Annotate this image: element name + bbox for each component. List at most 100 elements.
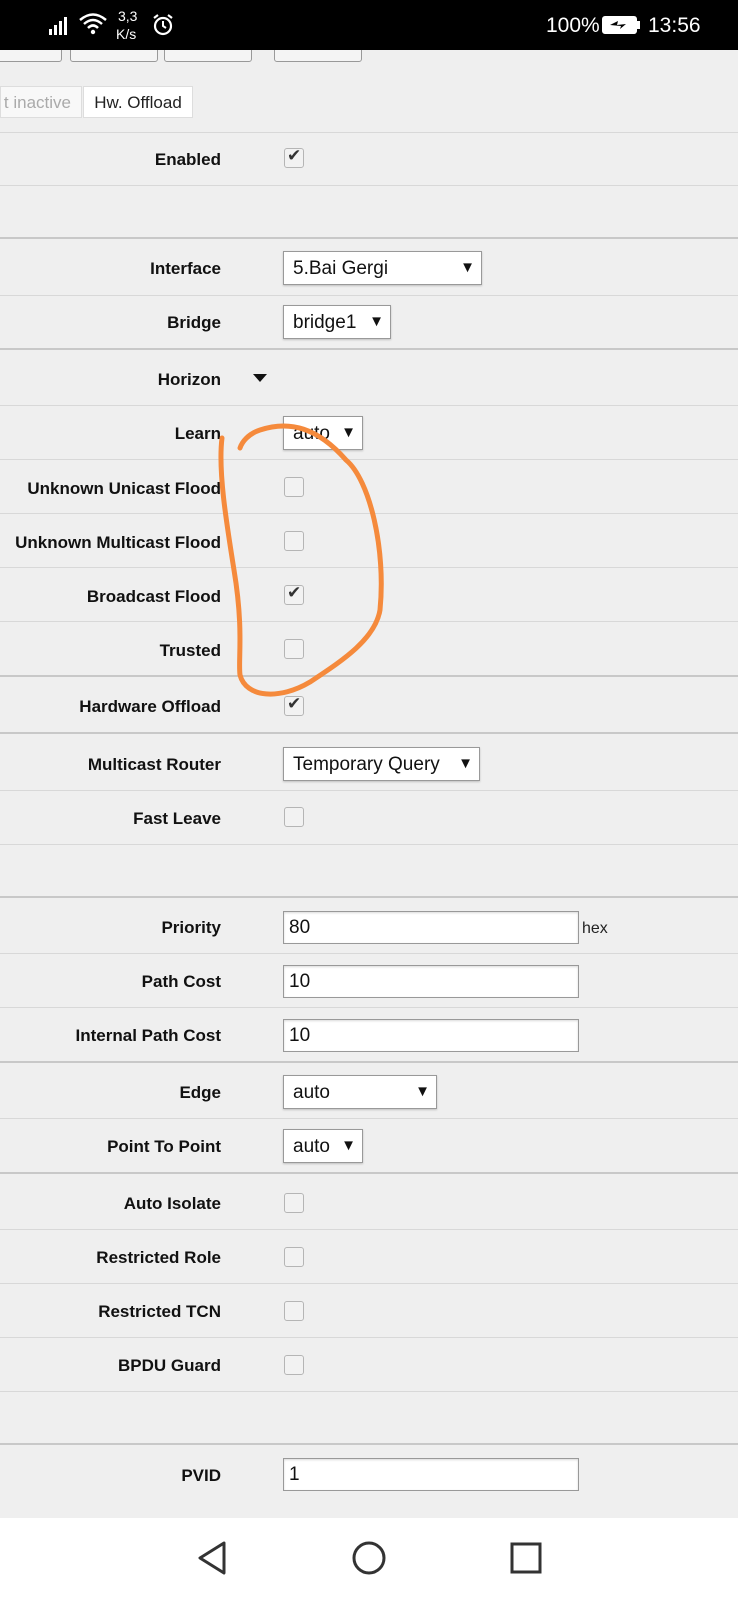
divider	[0, 1283, 738, 1284]
divider	[0, 1337, 738, 1338]
multicast-router-select[interactable]: Temporary Query ▼	[283, 747, 480, 781]
clock: 13:56	[648, 14, 701, 37]
dropdown-arrow-icon: ▼	[458, 755, 473, 772]
enabled-checkbox[interactable]: ✔	[284, 146, 304, 168]
fast-leave-label: Fast Leave	[133, 809, 221, 828]
bridge-label: Bridge	[167, 313, 221, 332]
divider	[0, 953, 738, 954]
bridge-port-form: t inactive Hw. Offload Enabled ✔ Interfa…	[0, 50, 738, 1518]
section-divider	[0, 348, 738, 350]
pvid-label: PVID	[181, 1466, 221, 1485]
pvid-value: 1	[289, 1464, 300, 1485]
learn-label: Learn	[174, 424, 221, 443]
divider	[0, 621, 738, 622]
bridge-select[interactable]: bridge1 ▼	[283, 305, 391, 339]
bridge-value: bridge1	[293, 312, 357, 333]
enabled-label: Enabled	[154, 150, 221, 169]
recent-apps-icon[interactable]	[508, 1540, 544, 1576]
tab-label: t inactive	[3, 93, 71, 112]
interface-value: 5.Bai Gergi	[293, 258, 389, 279]
divider	[0, 1391, 738, 1392]
bpdu-guard-checkbox[interactable]	[284, 1355, 304, 1375]
status-bar: 3,3 K/s 100% 13:56	[0, 0, 738, 50]
divider	[0, 1118, 738, 1119]
horizon-label: Horizon	[157, 370, 221, 389]
auto-isolate-checkbox[interactable]	[284, 1193, 304, 1213]
dropdown-arrow-icon: ▼	[460, 259, 475, 276]
internal-path-cost-value: 10	[289, 1025, 311, 1046]
section-divider	[0, 675, 738, 677]
trusted-label: Trusted	[159, 641, 221, 660]
edge-select[interactable]: auto ▼	[283, 1075, 437, 1109]
interface-label: Interface	[150, 259, 221, 278]
fast-leave-checkbox[interactable]	[284, 807, 304, 827]
alarm-clock-icon	[153, 14, 173, 36]
hardware-offload-checkbox[interactable]: ✔	[284, 694, 304, 716]
divider	[0, 132, 738, 133]
tab-hw-offload[interactable]: Hw. Offload	[83, 86, 193, 118]
toolbar-button[interactable]	[0, 50, 62, 62]
restricted-tcn-checkbox[interactable]	[284, 1301, 304, 1321]
section-divider	[0, 1443, 738, 1445]
auto-isolate-label: Auto Isolate	[123, 1194, 221, 1213]
priority-suffix: hex	[582, 920, 608, 937]
section-divider	[0, 1061, 738, 1063]
dropdown-arrow-icon: ▼	[415, 1083, 430, 1100]
check-icon: ✔	[287, 694, 302, 713]
trusted-checkbox[interactable]	[284, 639, 304, 659]
internal-path-cost-input[interactable]: 10	[283, 1019, 579, 1052]
section-divider	[0, 732, 738, 734]
learn-select[interactable]: auto ▼	[283, 416, 363, 450]
multicast-router-value: Temporary Query	[293, 754, 440, 775]
horizon-expand-arrow-icon[interactable]	[253, 374, 267, 382]
section-divider	[0, 237, 738, 239]
path-cost-input[interactable]: 10	[283, 965, 579, 998]
restricted-role-label: Restricted Role	[96, 1248, 221, 1267]
restricted-role-checkbox[interactable]	[284, 1247, 304, 1267]
edge-label: Edge	[179, 1083, 221, 1102]
multicast-router-label: Multicast Router	[87, 755, 221, 774]
divider	[0, 185, 738, 186]
pvid-input[interactable]: 1	[283, 1458, 579, 1491]
divider	[0, 1007, 738, 1008]
toolbar-button[interactable]	[70, 50, 158, 62]
broadcast-flood-checkbox[interactable]: ✔	[284, 583, 304, 605]
section-divider	[0, 896, 738, 898]
net-speed-value: 3,3	[118, 8, 138, 24]
divider	[0, 844, 738, 845]
point-to-point-select[interactable]: auto ▼	[283, 1129, 363, 1163]
tab-inactive[interactable]: t inactive	[0, 86, 82, 118]
toolbar-button[interactable]	[274, 50, 362, 62]
battery-charging-icon	[602, 16, 640, 34]
navigation-bar	[0, 1518, 738, 1599]
restricted-tcn-label: Restricted TCN	[98, 1302, 221, 1321]
point-to-point-label: Point To Point	[107, 1137, 221, 1156]
broadcast-flood-label: Broadcast Flood	[86, 587, 221, 606]
net-speed-unit: K/s	[116, 26, 137, 42]
edge-value: auto	[293, 1082, 330, 1103]
toolbar-button[interactable]	[164, 50, 252, 62]
back-icon[interactable]	[194, 1540, 230, 1576]
divider	[0, 1229, 738, 1230]
bpdu-guard-label: BPDU Guard	[118, 1356, 221, 1375]
unknown-unicast-flood-label: Unknown Unicast Flood	[27, 479, 221, 498]
interface-select[interactable]: 5.Bai Gergi ▼	[283, 251, 482, 285]
priority-value: 80	[289, 917, 311, 938]
path-cost-label: Path Cost	[141, 972, 221, 991]
home-icon[interactable]	[351, 1540, 387, 1576]
dropdown-arrow-icon: ▼	[341, 424, 356, 441]
path-cost-value: 10	[289, 971, 311, 992]
section-divider	[0, 1172, 738, 1174]
divider	[0, 459, 738, 460]
priority-input[interactable]: 80	[283, 911, 579, 944]
priority-label: Priority	[161, 918, 221, 937]
divider	[0, 567, 738, 568]
wifi-icon	[79, 13, 107, 35]
divider	[0, 295, 738, 296]
divider	[0, 513, 738, 514]
unknown-unicast-flood-checkbox[interactable]	[284, 477, 304, 497]
dropdown-arrow-icon: ▼	[341, 1137, 356, 1154]
unknown-multicast-flood-checkbox[interactable]	[284, 531, 304, 551]
divider	[0, 405, 738, 406]
learn-value: auto	[293, 423, 330, 444]
